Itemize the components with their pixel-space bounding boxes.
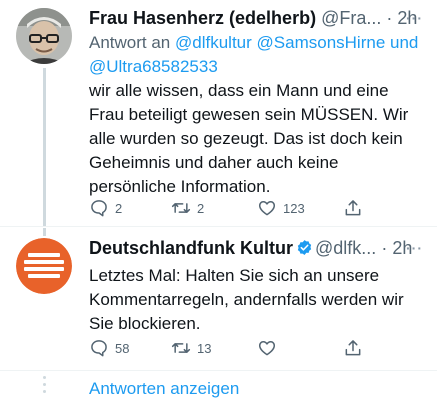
tweet-actions: 2 2 123 — [89, 196, 421, 220]
tweet-text: wir alle wissen, dass ein Mann und eine … — [89, 81, 409, 196]
tweet-text: Letztes Mal: Halten Sie sich an unsere K… — [89, 266, 404, 333]
thread-dots — [40, 376, 48, 397]
replying-to: Antwort an @dlfkultur @SamsonsHirne und … — [89, 31, 423, 79]
like-button[interactable] — [257, 336, 283, 360]
author-name[interactable]: Deutschlandfunk Kultur — [89, 238, 293, 258]
retweet-icon — [171, 343, 191, 353]
avatar[interactable] — [16, 8, 72, 64]
heart-icon — [258, 341, 276, 356]
reply-icon — [91, 340, 107, 357]
tweet-deutschlandfunk-kultur[interactable]: Deutschlandfunk Kultur @dlfk... · 2h ··· … — [0, 228, 437, 370]
divider — [0, 370, 437, 371]
thread-line — [43, 68, 46, 226]
tweet-header: Deutschlandfunk Kultur @dlfk... · 2h ··· — [89, 236, 427, 260]
more-options-icon[interactable]: ··· — [406, 236, 423, 260]
reply-count: 58 — [115, 340, 130, 356]
share-button[interactable] — [343, 196, 363, 220]
show-replies-row[interactable]: Antworten anzeigen — [0, 372, 437, 402]
separator-dot: · — [386, 8, 393, 28]
reply-count: 2 — [115, 200, 123, 216]
share-icon — [345, 200, 361, 216]
retweet-count: 13 — [197, 340, 212, 356]
avatar[interactable] — [16, 238, 72, 294]
mention-link[interactable]: @dlfkultur — [175, 33, 252, 52]
tweet-header: Frau Hasenherz (edelherb) @Fra... · 2h ·… — [89, 6, 427, 30]
show-replies-link[interactable]: Antworten anzeigen — [89, 379, 239, 399]
retweet-icon — [171, 203, 191, 213]
divider — [0, 226, 437, 227]
heart-icon — [258, 201, 276, 216]
tweet-actions: 58 13 — [89, 336, 421, 360]
reply-icon — [91, 200, 107, 217]
replying-prefix: Antwort an — [89, 33, 171, 52]
mention-link[interactable]: @SamsonsHirne — [257, 33, 386, 52]
avatar-image — [16, 8, 72, 64]
author-handle[interactable]: @Fra... — [321, 8, 381, 28]
retweet-button[interactable]: 13 — [171, 336, 211, 360]
like-count: 123 — [283, 200, 305, 216]
reply-button[interactable]: 2 — [89, 196, 122, 220]
mention-link[interactable]: @Ultra68582533 — [89, 57, 218, 76]
author-name[interactable]: Frau Hasenherz (edelherb) — [89, 8, 316, 28]
more-options-icon[interactable]: ··· — [406, 6, 423, 30]
tweet-frau-hasenherz[interactable]: Frau Hasenherz (edelherb) @Fra... · 2h ·… — [0, 0, 437, 226]
thread-line — [43, 228, 46, 236]
share-icon — [345, 340, 361, 356]
separator-dot: · — [381, 238, 388, 258]
author-handle[interactable]: @dlfk... — [315, 238, 376, 258]
share-button[interactable] — [343, 336, 363, 360]
retweet-button[interactable]: 2 — [171, 196, 204, 220]
mention-conjunction: und — [390, 33, 419, 52]
like-button[interactable]: 123 — [257, 196, 305, 220]
verified-badge-icon — [297, 240, 312, 255]
dlf-kultur-logo-icon — [16, 238, 72, 294]
retweet-count: 2 — [197, 200, 205, 216]
reply-button[interactable]: 58 — [89, 336, 129, 360]
